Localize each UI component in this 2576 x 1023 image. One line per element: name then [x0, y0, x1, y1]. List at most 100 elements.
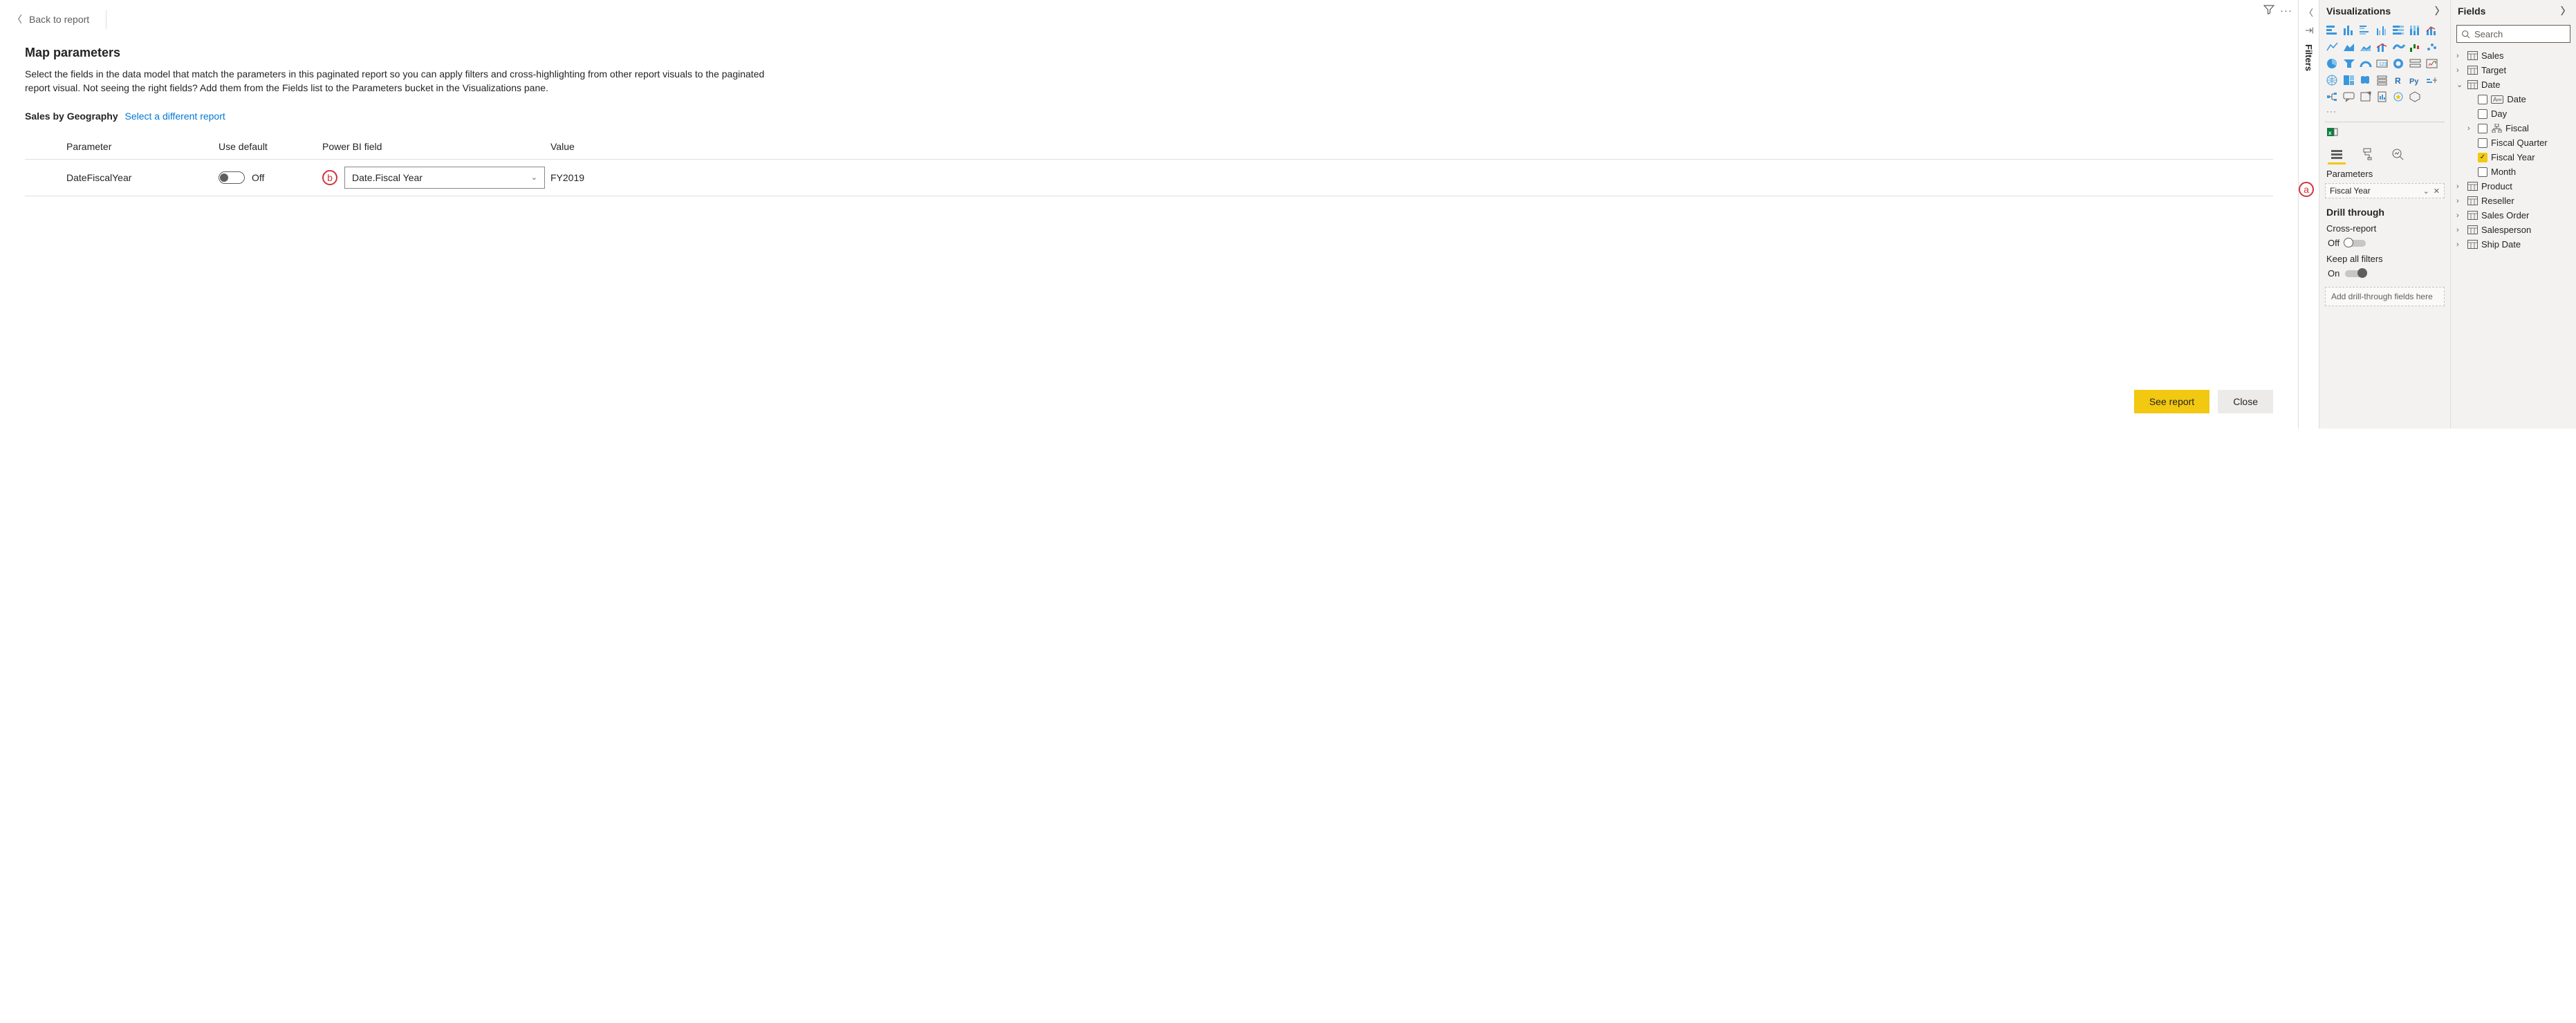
close-button[interactable]: Close [2218, 390, 2273, 413]
use-default-toggle[interactable]: Off [219, 171, 264, 184]
chevron-left-icon: 〈 [12, 12, 22, 26]
qa-visual-icon[interactable] [2342, 90, 2357, 104]
more-icon[interactable]: ··· [2280, 5, 2292, 17]
keep-filters-toggle[interactable]: On [2326, 268, 2443, 279]
checkbox[interactable]: ✓ [2478, 153, 2487, 162]
table-label: Product [2481, 181, 2512, 191]
kpi-icon[interactable] [2425, 57, 2440, 71]
back-to-report[interactable]: 〈 Back to report [0, 0, 2298, 36]
expand-icon: › [2456, 66, 2463, 75]
stacked-bar-icon[interactable] [2325, 24, 2340, 37]
table-target[interactable]: › Target [2454, 63, 2573, 77]
checkbox[interactable] [2478, 109, 2487, 119]
slicer-icon[interactable] [2375, 73, 2390, 87]
area-chart-icon[interactable] [2342, 40, 2357, 54]
keep-filters-label: Keep all filters [2326, 254, 2443, 264]
chevron-right-icon[interactable]: 〉 [2561, 4, 2570, 18]
fields-tree: › Sales› Target⌄ DateA═DateDay›FiscalFis… [2451, 47, 2576, 253]
field-label: Date [2507, 94, 2526, 104]
table-salesperson[interactable]: › Salesperson [2454, 223, 2573, 237]
treemap-icon[interactable] [2342, 73, 2357, 87]
table-icon [2467, 225, 2478, 235]
arcgis-icon[interactable] [2391, 90, 2407, 104]
checkbox[interactable] [2478, 95, 2487, 104]
expand-icon: › [2456, 212, 2463, 220]
filters-collapsed-pane[interactable]: 〈 Filters [2298, 0, 2319, 429]
field-day[interactable]: Day [2454, 106, 2573, 121]
viz-title: Visualizations [2326, 6, 2391, 17]
table-icon [2467, 66, 2478, 75]
funnel-icon[interactable] [2342, 57, 2357, 71]
field-month[interactable]: Month [2454, 165, 2573, 179]
donut-icon[interactable] [2391, 57, 2407, 71]
line-stacked-column-icon[interactable] [2375, 40, 2390, 54]
field-label: Fiscal Year [2491, 152, 2535, 162]
remove-icon[interactable]: ✕ [2434, 187, 2440, 196]
viz-more-icon[interactable]: ··· [2319, 106, 2450, 120]
field-date[interactable]: A═Date [2454, 92, 2573, 106]
table-sales-order[interactable]: › Sales Order [2454, 208, 2573, 223]
clustered-column-icon[interactable] [2375, 24, 2390, 37]
smart-narrative-icon[interactable] [2358, 90, 2373, 104]
line-chart-icon[interactable] [2325, 40, 2340, 54]
fields-search[interactable]: Search [2456, 25, 2570, 43]
custom-visual-icon[interactable] [2408, 90, 2423, 104]
python-visual-icon[interactable]: Py [2408, 73, 2423, 87]
checkbox[interactable] [2478, 124, 2487, 133]
stacked-area-icon[interactable] [2358, 40, 2373, 54]
gauge-icon[interactable] [2358, 57, 2373, 71]
table-ship-date[interactable]: › Ship Date [2454, 237, 2573, 252]
key-influencers-icon[interactable] [2425, 73, 2440, 87]
content-area: Map parameters Select the fields in the … [0, 36, 2298, 377]
multi-row-card-icon[interactable] [2408, 57, 2423, 71]
fields-pane: Fields 〉 Search › Sales› Target⌄ DateA═D… [2450, 0, 2576, 429]
r-visual-icon[interactable]: R [2391, 73, 2407, 87]
table-label: Target [2481, 65, 2506, 75]
see-report-button[interactable]: See report [2134, 390, 2209, 413]
table-product[interactable]: › Product [2454, 179, 2573, 194]
powerbi-field-dropdown[interactable]: Date.Fiscal Year ⌄ [344, 167, 545, 189]
paginated-report-icon[interactable] [2375, 90, 2390, 104]
parameters-label: Parameters [2319, 165, 2450, 182]
parameter-chip[interactable]: Fiscal Year ⌄ ✕ [2325, 183, 2445, 198]
cross-report-toggle[interactable]: Off [2326, 238, 2443, 248]
parameters-table: Parameter Use default Power BI field Val… [25, 134, 2273, 196]
chevron-down-icon[interactable]: ⌄ [2423, 187, 2429, 196]
select-different-report-link[interactable]: Select a different report [125, 111, 225, 122]
chevron-right-icon[interactable]: 〉 [2435, 4, 2445, 18]
clustered-bar-icon[interactable] [2358, 24, 2373, 37]
analytics-tab-icon[interactable] [2390, 147, 2405, 162]
fields-tab-icon[interactable] [2329, 147, 2344, 162]
ribbon-chart-icon[interactable] [2391, 40, 2407, 54]
drill-drop-zone[interactable]: Add drill-through fields here [2325, 287, 2445, 306]
hundred-stacked-bar-icon[interactable] [2391, 24, 2407, 37]
map-icon[interactable] [2325, 73, 2340, 87]
filter-funnel-icon[interactable] [2263, 4, 2274, 17]
expand-icon: › [2456, 241, 2463, 249]
svg-text:x: x [2328, 130, 2332, 136]
export-excel-icon[interactable]: x [2319, 126, 2450, 142]
field-fiscal[interactable]: ›Fiscal [2454, 121, 2573, 135]
table-date[interactable]: ⌄ Date [2454, 77, 2573, 92]
waterfall-icon[interactable] [2408, 40, 2423, 54]
card-icon[interactable]: 123 [2375, 57, 2390, 71]
pie-chart-icon[interactable] [2325, 57, 2340, 71]
checkbox[interactable] [2478, 138, 2487, 148]
line-column-icon[interactable] [2425, 24, 2440, 37]
decomposition-tree-icon[interactable] [2325, 90, 2340, 104]
filled-map-icon[interactable] [2358, 73, 2373, 87]
scatter-icon[interactable] [2425, 40, 2440, 54]
checkbox[interactable] [2478, 167, 2487, 177]
field-fiscal-year[interactable]: ✓ Fiscal Year [2454, 150, 2573, 165]
table-icon [2467, 182, 2478, 191]
visualization-gallery: 123 R Py [2319, 22, 2450, 106]
format-tab-icon[interactable] [2360, 147, 2375, 162]
filter-arrow-icon [2304, 26, 2314, 37]
footer-buttons: See report Close [0, 377, 2298, 429]
field-fiscal-quarter[interactable]: Fiscal Quarter [2454, 135, 2573, 150]
hundred-stacked-column-icon[interactable] [2408, 24, 2423, 37]
stacked-column-icon[interactable] [2342, 24, 2357, 37]
table-icon [2467, 240, 2478, 250]
table-sales[interactable]: › Sales [2454, 48, 2573, 63]
table-reseller[interactable]: › Reseller [2454, 194, 2573, 208]
